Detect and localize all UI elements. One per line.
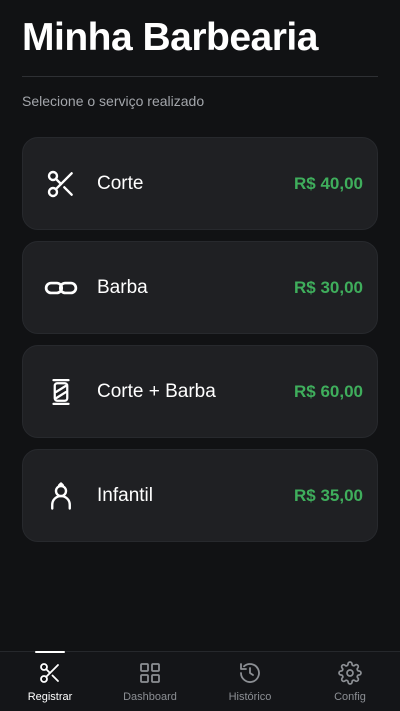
nav-item-config[interactable]: Config: [300, 652, 400, 711]
gear-icon: [338, 661, 362, 685]
service-name: Corte + Barba: [97, 380, 216, 402]
service-list: Corte R$ 40,00 Barba R$ 30,00 Corte + Ba…: [22, 137, 378, 553]
service-name: Infantil: [97, 484, 153, 506]
page-title: Minha Barbearia: [22, 16, 318, 59]
service-price: R$ 30,00: [294, 277, 363, 297]
service-card-corte-barba[interactable]: Corte + Barba R$ 60,00: [22, 345, 378, 438]
grid-icon: [138, 661, 162, 685]
service-name: Barba: [97, 276, 148, 298]
scissors-icon: [43, 166, 79, 202]
service-card-barba[interactable]: Barba R$ 30,00: [22, 241, 378, 334]
child-icon: [43, 478, 79, 514]
app-screen: Minha Barbearia Selecione o serviço real…: [0, 0, 400, 711]
header-divider: [22, 76, 378, 77]
scissors-icon: [38, 661, 62, 685]
nav-label: Histórico: [228, 691, 272, 703]
service-card-infantil[interactable]: Infantil R$ 35,00: [22, 449, 378, 542]
history-icon: [238, 661, 262, 685]
service-card-corte[interactable]: Corte R$ 40,00: [22, 137, 378, 230]
nav-item-registrar[interactable]: Registrar: [0, 651, 100, 711]
bottom-nav: Registrar Dashboard Histórico Config: [0, 651, 400, 711]
active-tab-indicator: [35, 651, 65, 653]
service-price: R$ 60,00: [294, 381, 363, 401]
page-subtitle: Selecione o serviço realizado: [22, 93, 205, 109]
service-price: R$ 40,00: [294, 173, 363, 193]
barber-pole-icon: [43, 374, 79, 410]
nav-item-historico[interactable]: Histórico: [200, 652, 300, 711]
nav-label: Config: [334, 691, 366, 703]
service-name: Corte: [97, 172, 144, 194]
service-price: R$ 35,00: [294, 485, 363, 505]
nav-label: Registrar: [27, 691, 73, 703]
nav-label: Dashboard: [123, 691, 177, 703]
nav-item-dashboard[interactable]: Dashboard: [100, 652, 200, 711]
link-icon: [43, 270, 79, 306]
